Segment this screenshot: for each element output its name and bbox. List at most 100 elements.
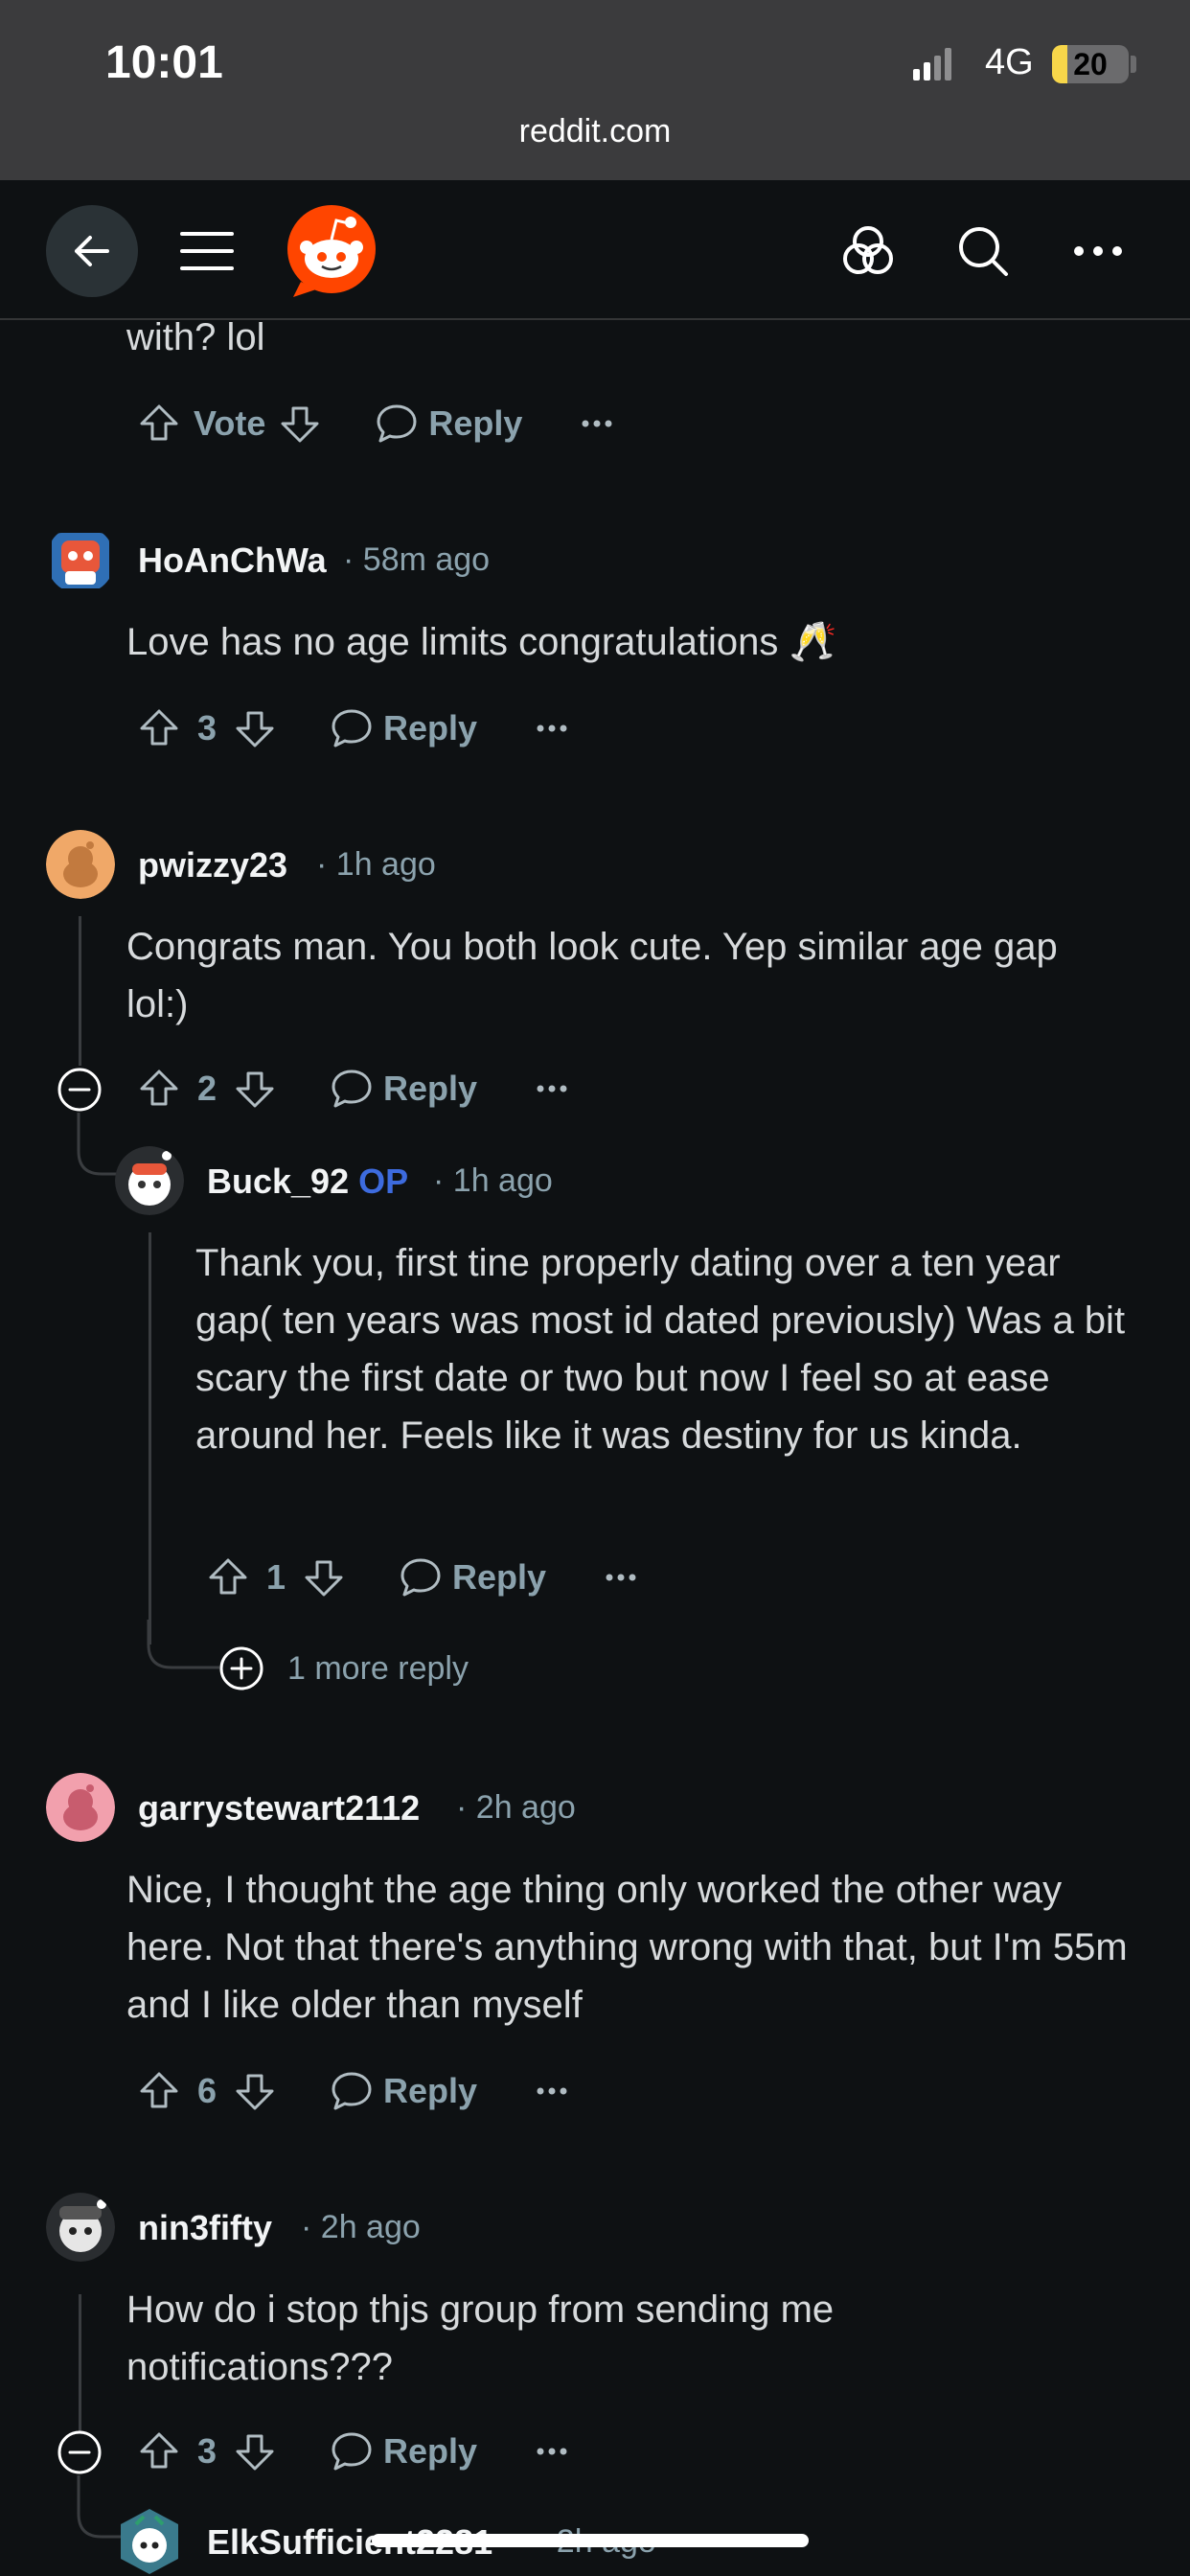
vote-count: 3 bbox=[196, 708, 217, 748]
vote-count: 6 bbox=[196, 2071, 217, 2110]
avatar[interactable] bbox=[46, 1773, 115, 1842]
comment-more-button[interactable] bbox=[525, 2087, 579, 2095]
reply-button[interactable]: Reply bbox=[330, 707, 477, 749]
comment-body: Love has no age limits congratulations 🥂 bbox=[126, 621, 837, 663]
comment-timestamp: · 2h ago bbox=[456, 1789, 576, 1826]
downvote-icon bbox=[236, 711, 274, 748]
network-type: 4G bbox=[985, 42, 1034, 82]
comment-username[interactable]: nin3fifty bbox=[138, 2208, 272, 2248]
more-horizontal-icon bbox=[537, 1085, 567, 1092]
comment-more-button[interactable] bbox=[594, 1574, 648, 1581]
downvote-icon bbox=[236, 2074, 274, 2110]
downvote-button[interactable] bbox=[297, 1551, 351, 1604]
reply-button[interactable]: Reply bbox=[399, 1556, 546, 1598]
comment-username[interactable]: garrystewart2112 bbox=[138, 1788, 420, 1828]
upvote-button[interactable] bbox=[132, 702, 186, 755]
cellular-signal-icon bbox=[913, 48, 951, 80]
more-horizontal-icon bbox=[1074, 246, 1122, 256]
upvote-icon bbox=[140, 2432, 178, 2469]
feeds-button[interactable] bbox=[832, 215, 904, 288]
back-button[interactable] bbox=[46, 205, 138, 297]
upvote-button[interactable] bbox=[132, 1062, 186, 1116]
reply-bubble-icon bbox=[400, 1558, 441, 1597]
comment-actions: 2 Reply bbox=[132, 1060, 579, 1117]
op-badge: OP bbox=[358, 1162, 409, 1201]
collapse-thread-button[interactable] bbox=[57, 1067, 103, 1113]
custom-feeds-icon bbox=[843, 226, 893, 274]
upvote-button[interactable] bbox=[132, 2064, 186, 2118]
timestamp-text: 2h ago bbox=[475, 1789, 576, 1826]
username-text: Buck_92 bbox=[207, 1162, 350, 1201]
upvote-button[interactable] bbox=[132, 397, 186, 450]
downvote-icon bbox=[305, 1560, 343, 1597]
hamburger-icon bbox=[180, 232, 234, 270]
upvote-button[interactable] bbox=[132, 2425, 186, 2478]
comment-body: Congrats man. You both look cute. Yep si… bbox=[126, 926, 1058, 1025]
downvote-button[interactable] bbox=[228, 1062, 282, 1116]
downvote-button[interactable] bbox=[228, 2064, 282, 2118]
comment-more-button[interactable] bbox=[570, 420, 624, 427]
downvote-button[interactable] bbox=[228, 702, 282, 755]
search-icon bbox=[959, 227, 1008, 276]
avatar[interactable] bbox=[115, 1146, 184, 1215]
downvote-icon bbox=[281, 406, 319, 443]
reply-label: Reply bbox=[383, 2071, 478, 2110]
reply-bubble-icon bbox=[332, 2072, 372, 2110]
comment-timestamp: · 1h ago bbox=[316, 846, 436, 883]
reply-button[interactable]: Reply bbox=[330, 1068, 477, 1110]
collapse-thread-button[interactable] bbox=[57, 2429, 103, 2475]
timestamp-text: 58m ago bbox=[362, 541, 491, 578]
avatar[interactable] bbox=[115, 2507, 184, 2576]
reply-button[interactable]: Reply bbox=[375, 402, 522, 445]
downvote-icon bbox=[236, 1071, 274, 1108]
upvote-icon bbox=[140, 1070, 178, 1106]
overflow-menu-button[interactable] bbox=[1062, 215, 1134, 288]
thread-connector bbox=[147, 1620, 219, 1669]
timestamp-text: 2h ago bbox=[320, 2209, 421, 2245]
home-indicator[interactable] bbox=[372, 2534, 809, 2547]
avatar[interactable] bbox=[46, 525, 115, 594]
comment-body: with? lol bbox=[126, 316, 265, 358]
reply-button[interactable]: Reply bbox=[330, 2430, 477, 2472]
upvote-icon bbox=[209, 1558, 247, 1595]
comment-username[interactable]: Buck_92 OP bbox=[207, 1162, 408, 1202]
expand-replies-icon[interactable] bbox=[218, 1645, 264, 1691]
comment-more-button[interactable] bbox=[525, 1085, 579, 1092]
comment-timestamp: · 58m ago bbox=[343, 541, 491, 578]
reddit-logo[interactable] bbox=[284, 203, 379, 299]
comment-actions: 3 Reply bbox=[132, 2423, 579, 2480]
search-button[interactable] bbox=[947, 215, 1019, 288]
upvote-icon bbox=[140, 2072, 178, 2108]
vote-count: 3 bbox=[196, 2431, 217, 2471]
reddit-snoo-icon bbox=[287, 205, 376, 297]
downvote-button[interactable] bbox=[228, 2425, 282, 2478]
upvote-button[interactable] bbox=[201, 1551, 255, 1604]
upvote-icon bbox=[140, 404, 178, 441]
more-horizontal-icon bbox=[537, 724, 567, 732]
reply-button[interactable]: Reply bbox=[330, 2070, 477, 2112]
thread-line bbox=[79, 2294, 81, 2436]
comment-username[interactable]: pwizzy23 bbox=[138, 845, 287, 886]
comment-body: How do i stop thjs group from sending me… bbox=[126, 2288, 835, 2388]
comment-more-button[interactable] bbox=[525, 724, 579, 732]
comment-actions: Vote Reply bbox=[132, 395, 624, 452]
avatar[interactable] bbox=[46, 830, 115, 899]
downvote-icon bbox=[236, 2434, 274, 2471]
comment-timestamp: · 1h ago bbox=[433, 1162, 553, 1199]
more-horizontal-icon bbox=[606, 1574, 636, 1581]
url-bar[interactable]: reddit.com bbox=[0, 113, 1190, 150]
thread-line bbox=[149, 1232, 151, 1644]
status-time: 10:01 bbox=[105, 37, 223, 88]
avatar[interactable] bbox=[46, 2193, 115, 2262]
arrow-left-icon bbox=[75, 236, 109, 266]
battery-percentage: 20 bbox=[1073, 47, 1108, 81]
downvote-button[interactable] bbox=[273, 397, 327, 450]
menu-button[interactable] bbox=[171, 215, 243, 288]
comment-more-button[interactable] bbox=[525, 2448, 579, 2455]
more-replies-link[interactable]: 1 more reply bbox=[287, 1650, 469, 1688]
reply-label: Reply bbox=[452, 1557, 547, 1597]
reply-bubble-icon bbox=[377, 404, 417, 443]
comment-username[interactable]: HoAnChWa bbox=[138, 540, 327, 581]
battery-tip bbox=[1131, 56, 1136, 73]
reply-label: Reply bbox=[383, 2431, 478, 2471]
